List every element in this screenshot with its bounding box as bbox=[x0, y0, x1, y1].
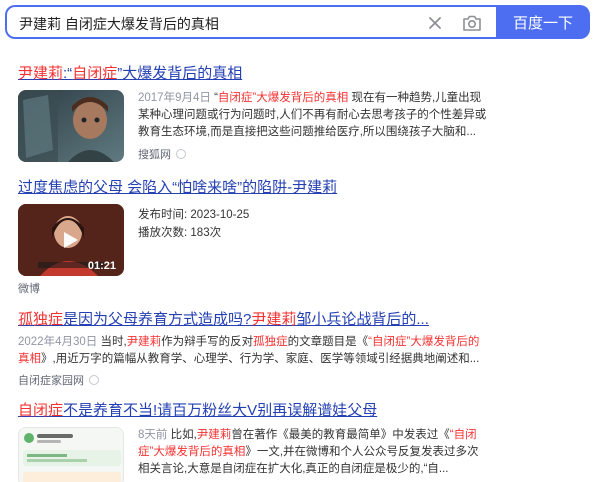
search-result: 过度焦虑的父母 会陷入“怕啥来啥”的陷阱-尹建莉 01:21 发布时间: 202… bbox=[18, 178, 590, 298]
search-bar: 百度一下 bbox=[5, 5, 590, 39]
close-icon[interactable] bbox=[427, 15, 443, 31]
result-source[interactable]: 自闭症家园网 bbox=[18, 372, 99, 388]
social-post-image bbox=[19, 428, 123, 482]
result-snippet: 2022年4月30日 当时,尹建莉作为辩手写的反对孤独症的文章题目是《“自闭症”… bbox=[18, 336, 480, 365]
result-snippet: 8天前 比如,尹建莉曾在著作《最美的教育最简单》中发表过《“自闭症”大爆发背后的… bbox=[138, 429, 479, 475]
publish-date: 2023-10-25 bbox=[190, 209, 250, 221]
search-result: 自闭症不是养育不当!请百万粉丝大V别再误解谱娃父母 8天前 比如,尹建莉曾在著作… bbox=[18, 401, 590, 482]
play-icon[interactable] bbox=[60, 230, 80, 250]
video-meta: 发布时间: 2023-10-25 播放次数: 183次 bbox=[138, 206, 249, 242]
result-title[interactable]: 自闭症不是养育不当!请百万粉丝大V别再误解谱娃父母 bbox=[18, 401, 590, 421]
result-title[interactable]: 孤独症是因为父母养育方式造成吗?尹建莉邹小兵论战背后的... bbox=[18, 310, 590, 330]
result-title[interactable]: 尹建莉:“自闭症”大爆发背后的真相 bbox=[18, 64, 590, 84]
result-source[interactable]: 搜狐网 bbox=[138, 146, 186, 162]
search-result: 孤独症是因为父母养育方式造成吗?尹建莉邹小兵论战背后的... 2022年4月30… bbox=[18, 310, 590, 390]
result-title[interactable]: 过度焦虑的父母 会陷入“怕啥来啥”的陷阱-尹建莉 bbox=[18, 178, 590, 198]
result-source[interactable]: 微博 bbox=[18, 280, 40, 296]
search-button[interactable]: 百度一下 bbox=[496, 5, 590, 39]
search-box[interactable] bbox=[5, 5, 496, 39]
video-duration: 01:21 bbox=[87, 260, 116, 272]
publish-label: 发布时间: bbox=[138, 209, 188, 221]
info-icon bbox=[176, 149, 186, 159]
plays-label: 播放次数: bbox=[138, 227, 188, 239]
video-thumbnail[interactable]: 01:21 bbox=[18, 204, 124, 276]
result-snippet: 2017年9月4日 “自闭症”大爆发背后的真相 现在有一种趋势,儿童出现某种心理… bbox=[138, 92, 487, 138]
search-input[interactable] bbox=[19, 14, 409, 34]
search-result: 尹建莉:“自闭症”大爆发背后的真相 2017年9月4日 “自闭症”大爆发背后的真… bbox=[18, 64, 590, 164]
info-icon bbox=[89, 375, 99, 385]
result-thumbnail[interactable] bbox=[18, 427, 124, 482]
play-count: 183次 bbox=[190, 227, 222, 239]
child-photo-image bbox=[18, 90, 124, 162]
camera-icon[interactable] bbox=[462, 14, 482, 32]
result-thumbnail[interactable] bbox=[18, 90, 124, 162]
